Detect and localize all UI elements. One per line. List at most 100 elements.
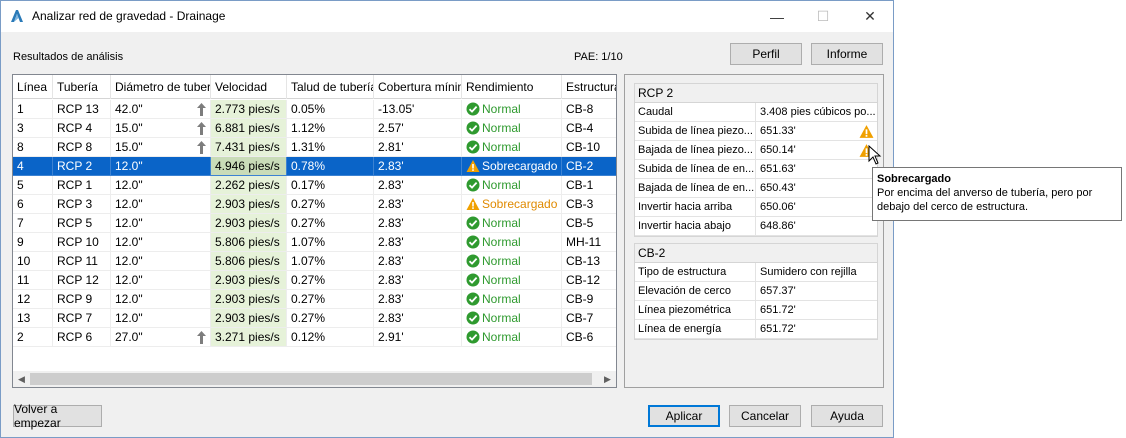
scroll-right-icon[interactable]: ▶ (599, 371, 616, 387)
property-value: Sumidero con rejilla (760, 266, 857, 278)
warning-triangle-icon (859, 125, 874, 138)
cell-pipe: RCP 4 (53, 119, 111, 138)
cell-pipe: RCP 7 (53, 309, 111, 328)
cell-line: 7 (13, 214, 53, 233)
property-name: Subida de línea de en... (635, 160, 756, 179)
results-label: Resultados de análisis (13, 51, 124, 63)
property-row: Bajada de línea piezo... 650.14' (635, 141, 877, 160)
apply-button[interactable]: Aplicar (648, 405, 720, 427)
title-bar: Analizar red de gravedad - Drainage — ☐ … (1, 1, 893, 32)
column-header[interactable]: Línea (13, 75, 53, 99)
cell-status: Normal (462, 119, 562, 138)
column-header[interactable]: Diámetro de tubería (111, 75, 211, 99)
close-button[interactable]: ✕ (847, 1, 893, 32)
cell-diam: 12.0" (111, 176, 211, 195)
profile-button[interactable]: Perfil (730, 43, 802, 65)
cell-status: Normal (462, 309, 562, 328)
structure-properties-grid: CB-2 Tipo de estructura Sumidero con reji… (634, 243, 878, 340)
properties-panel: RCP 2 Caudal 3.408 pies cúbicos po... Subi… (624, 74, 884, 388)
cell-status: Sobrecargado (462, 157, 562, 176)
check-circle-icon (466, 311, 480, 325)
cell-line: 5 (13, 176, 53, 195)
status-text: Normal (482, 292, 521, 306)
column-header[interactable]: Rendimiento (462, 75, 562, 99)
cell-line: 6 (13, 195, 53, 214)
column-header[interactable]: Cobertura mínima (374, 75, 462, 99)
minimize-button[interactable]: — (754, 1, 800, 32)
cell-diam: 15.0" (111, 138, 211, 157)
cell-slope: 0.05% (287, 100, 374, 119)
property-row: Invertir hacia abajo 648.86' (635, 217, 877, 236)
cell-pipe: RCP 11 (53, 252, 111, 271)
cell-pipe: RCP 2 (53, 157, 111, 176)
cell-slope: 0.27% (287, 290, 374, 309)
cell-line: 8 (13, 138, 53, 157)
status-text: Sobrecargado (482, 159, 558, 173)
table-row[interactable]: 13 RCP 7 12.0" 2.903 pies/s 0.27% 2.83' Normal… (13, 309, 616, 328)
cell-status: Sobrecargado (462, 195, 562, 214)
pipe-properties-grid: RCP 2 Caudal 3.408 pies cúbicos po... Subi… (634, 83, 878, 237)
status-text: Normal (482, 273, 521, 287)
table-row[interactable]: 10 RCP 11 12.0" 5.806 pies/s 1.07% 2.83' Norma… (13, 252, 616, 271)
cell-slope: 1.31% (287, 138, 374, 157)
table-row[interactable]: 7 RCP 5 12.0" 2.903 pies/s 0.27% 2.83' Normal C… (13, 214, 616, 233)
cell-status: Normal (462, 214, 562, 233)
scroll-thumb[interactable] (30, 373, 592, 385)
cell-diam: 12.0" (111, 271, 211, 290)
cell-struct: CB-1 (562, 176, 616, 195)
status-text: Normal (482, 121, 521, 135)
cell-slope: 0.78% (287, 157, 374, 176)
cell-status: Normal (462, 233, 562, 252)
cell-pipe: RCP 1 (53, 176, 111, 195)
cell-slope: 0.27% (287, 271, 374, 290)
cell-vel: 5.806 pies/s (211, 252, 287, 271)
table-row[interactable]: 3 RCP 4 15.0" 6.881 pies/s 1.12% 2.57' Normal C… (13, 119, 616, 138)
scroll-left-icon[interactable]: ◀ (13, 371, 30, 387)
horizontal-scrollbar[interactable]: ◀ ▶ (13, 371, 616, 387)
column-header[interactable]: Talud de tubería (287, 75, 374, 99)
dialog-window: Analizar red de gravedad - Drainage — ☐ … (0, 0, 894, 438)
cell-struct: CB-9 (562, 290, 616, 309)
table-row[interactable]: 9 RCP 10 12.0" 5.806 pies/s 1.07% 2.83' Normal… (13, 233, 616, 252)
status-text: Normal (482, 311, 521, 325)
reset-button[interactable]: Volver a empezar (13, 402, 102, 430)
column-header[interactable]: Tubería (53, 75, 111, 99)
cell-line: 3 (13, 119, 53, 138)
diameter-text: 15.0" (115, 140, 143, 154)
cell-diam: 12.0" (111, 214, 211, 233)
column-header[interactable]: Velocidad (211, 75, 287, 99)
table-row[interactable]: 2 RCP 6 27.0" 3.271 pies/s 0.12% 2.91' Normal C… (13, 328, 616, 347)
cell-struct: CB-2 (562, 157, 616, 176)
maximize-button[interactable]: ☐ (800, 1, 846, 32)
table-row[interactable]: 6 RCP 3 12.0" 2.903 pies/s 0.27% 2.83' Sobreca… (13, 195, 616, 214)
column-header[interactable]: Estructura (562, 75, 616, 99)
results-table[interactable]: Línea Tubería Diámetro de tubería Velocidad… (12, 74, 617, 388)
table-row[interactable]: 1 RCP 13 42.0" 2.773 pies/s 0.05% -13.05' Norm… (13, 100, 616, 119)
report-button[interactable]: Informe (811, 43, 883, 65)
check-circle-icon (466, 121, 480, 135)
help-button[interactable]: Ayuda (811, 405, 883, 427)
table-row[interactable]: 5 RCP 1 12.0" 2.262 pies/s 0.17% 2.83' Normal C… (13, 176, 616, 195)
cell-line: 13 (13, 309, 53, 328)
table-row[interactable]: 12 RCP 9 12.0" 2.903 pies/s 0.27% 2.83' Normal… (13, 290, 616, 309)
table-row[interactable]: 8 RCP 8 15.0" 7.431 pies/s 1.31% 2.81' Normal C… (13, 138, 616, 157)
status-tooltip: Sobrecargado Por encima del anverso de t… (872, 167, 1122, 221)
cell-vel: 6.881 pies/s (211, 119, 287, 138)
cell-pipe: RCP 8 (53, 138, 111, 157)
cell-status: Normal (462, 252, 562, 271)
cell-slope: 1.07% (287, 233, 374, 252)
cell-cover: 2.83' (374, 176, 462, 195)
table-row[interactable]: 11 RCP 12 12.0" 2.903 pies/s 0.27% 2.83' Norma… (13, 271, 616, 290)
cell-vel: 2.903 pies/s (211, 214, 287, 233)
diameter-text: 27.0" (115, 330, 143, 344)
cell-pipe: RCP 5 (53, 214, 111, 233)
cell-pipe: RCP 12 (53, 271, 111, 290)
cell-cover: 2.83' (374, 233, 462, 252)
table-row[interactable]: 4 RCP 2 12.0" 4.946 pies/s 0.78% 2.83' Sobreca… (13, 157, 616, 176)
check-circle-icon (466, 235, 480, 249)
cancel-button[interactable]: Cancelar (729, 405, 801, 427)
cell-status: Normal (462, 290, 562, 309)
cell-diam: 12.0" (111, 233, 211, 252)
property-name: Invertir hacia abajo (635, 217, 756, 236)
diameter-text: 12.0" (115, 216, 143, 230)
